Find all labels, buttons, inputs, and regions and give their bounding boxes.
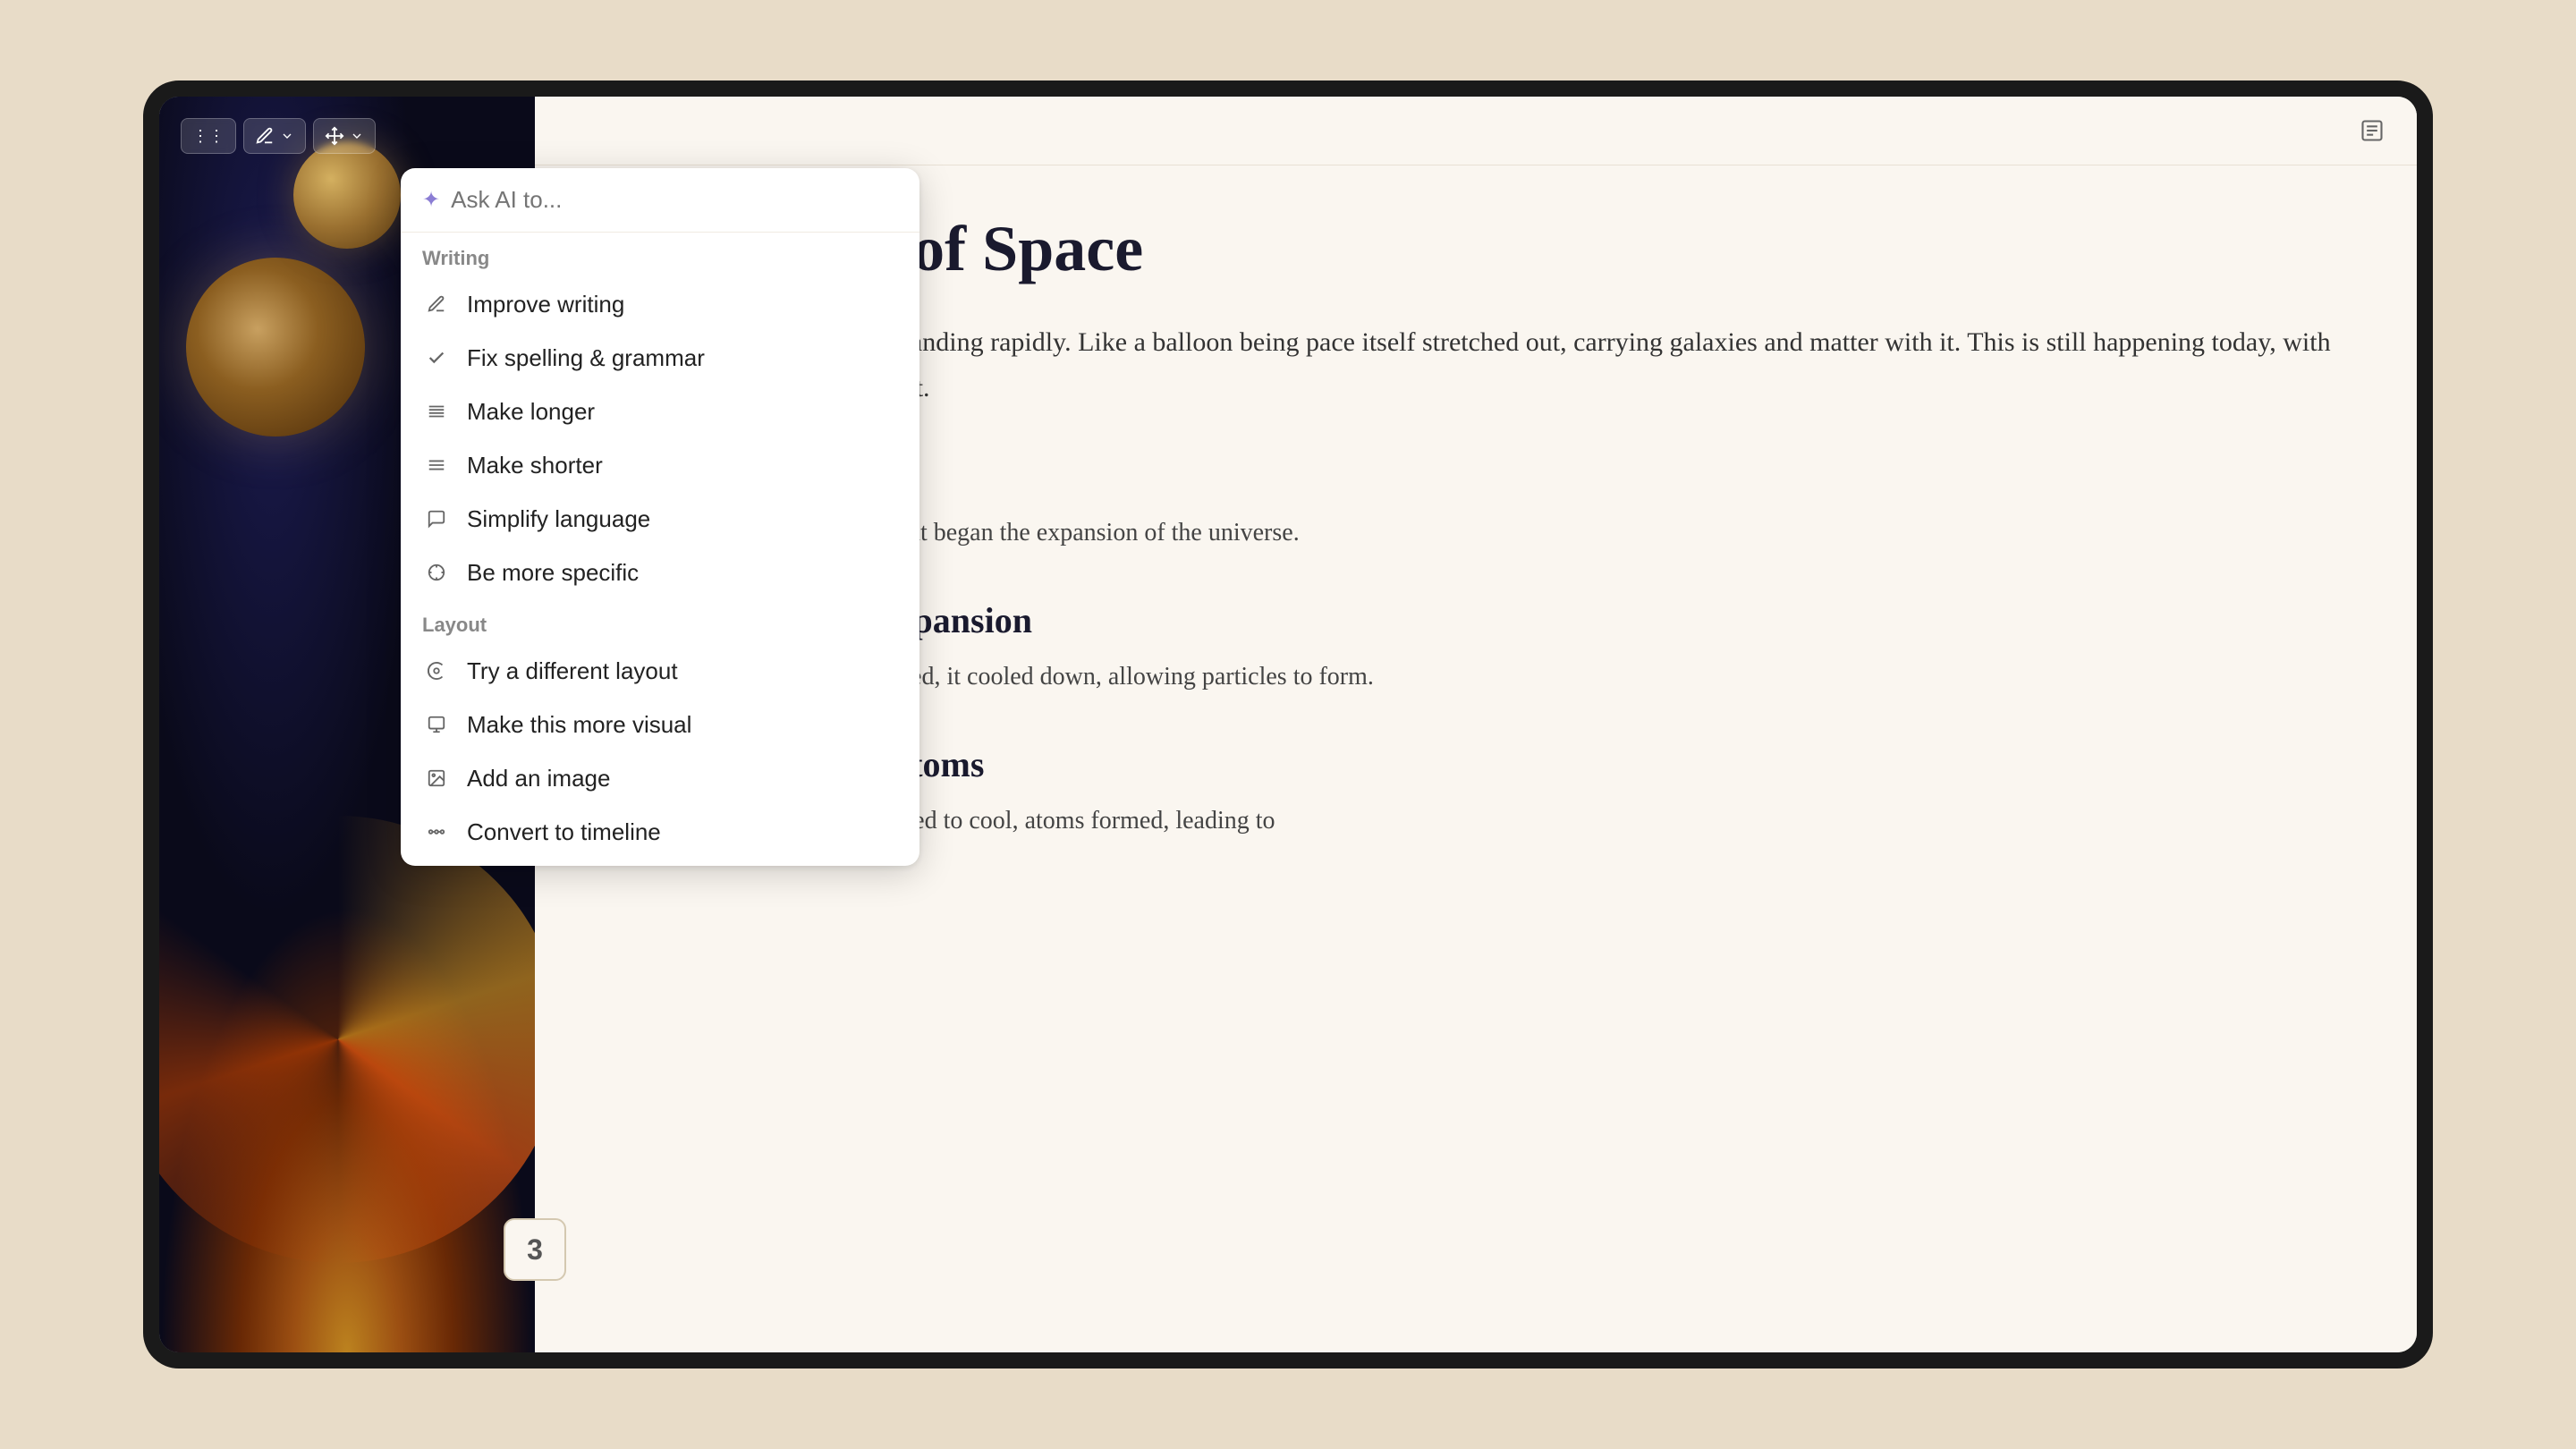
try-layout-label: Try a different layout <box>467 657 678 685</box>
make-longer-label: Make longer <box>467 398 595 426</box>
page-number: 3 <box>527 1233 543 1267</box>
chevron-down-icon-2 <box>350 129 364 143</box>
lines-less-icon <box>422 451 451 479</box>
make-shorter-label: Make shorter <box>467 452 603 479</box>
menu-item-make-longer[interactable]: Make longer <box>401 385 919 438</box>
bubble-icon <box>422 504 451 533</box>
layout-icon <box>422 657 451 685</box>
menu-item-specific[interactable]: Be more specific <box>401 546 919 599</box>
ai-star-icon: ✦ <box>422 187 440 213</box>
pen-writing-icon <box>422 290 451 318</box>
chevron-down-icon <box>280 129 294 143</box>
timeline-icon <box>422 818 451 846</box>
writing-section-label: Writing <box>401 233 919 277</box>
ai-dropdown: ✦ Writing Improve writing <box>401 168 919 866</box>
specific-label: Be more specific <box>467 559 639 587</box>
move-icon <box>325 126 344 146</box>
visual-icon <box>422 710 451 739</box>
dots-button[interactable]: ⋮⋮ <box>181 118 236 154</box>
add-image-label: Add an image <box>467 765 610 792</box>
menu-item-make-visual[interactable]: Make this more visual <box>401 698 919 751</box>
timeline-label: Convert to timeline <box>467 818 661 846</box>
lines-more-icon <box>422 397 451 426</box>
move-button[interactable] <box>313 118 376 154</box>
doc-icon-button[interactable] <box>2352 111 2392 150</box>
device: ⋮⋮ <box>143 80 2433 1368</box>
menu-item-make-shorter[interactable]: Make shorter <box>401 438 919 492</box>
image-icon <box>422 764 451 792</box>
crosshair-icon <box>422 558 451 587</box>
ai-search-bar: ✦ <box>401 168 919 233</box>
layout-section-label: Layout <box>401 599 919 644</box>
check-icon <box>422 343 451 372</box>
swirl-overlay2 <box>159 816 535 1263</box>
menu-item-try-layout[interactable]: Try a different layout <box>401 644 919 698</box>
doc-icon <box>2360 118 2385 143</box>
dots-icon: ⋮⋮ <box>192 127 225 146</box>
make-visual-label: Make this more visual <box>467 711 691 739</box>
pen-icon <box>255 126 275 146</box>
simplify-label: Simplify language <box>467 505 650 533</box>
fix-spelling-label: Fix spelling & grammar <box>467 344 705 372</box>
improve-writing-label: Improve writing <box>467 291 624 318</box>
menu-item-fix-spelling[interactable]: Fix spelling & grammar <box>401 331 919 385</box>
ai-search-input[interactable] <box>451 186 898 214</box>
pen-button[interactable] <box>243 118 306 154</box>
top-bar <box>535 97 2417 165</box>
page-badge: 3 <box>504 1218 566 1281</box>
menu-item-simplify[interactable]: Simplify language <box>401 492 919 546</box>
menu-item-improve-writing[interactable]: Improve writing <box>401 277 919 331</box>
menu-item-timeline[interactable]: Convert to timeline <box>401 805 919 859</box>
toolbar: ⋮⋮ <box>181 118 376 154</box>
device-inner: ⋮⋮ <box>159 97 2417 1352</box>
menu-item-add-image[interactable]: Add an image <box>401 751 919 805</box>
